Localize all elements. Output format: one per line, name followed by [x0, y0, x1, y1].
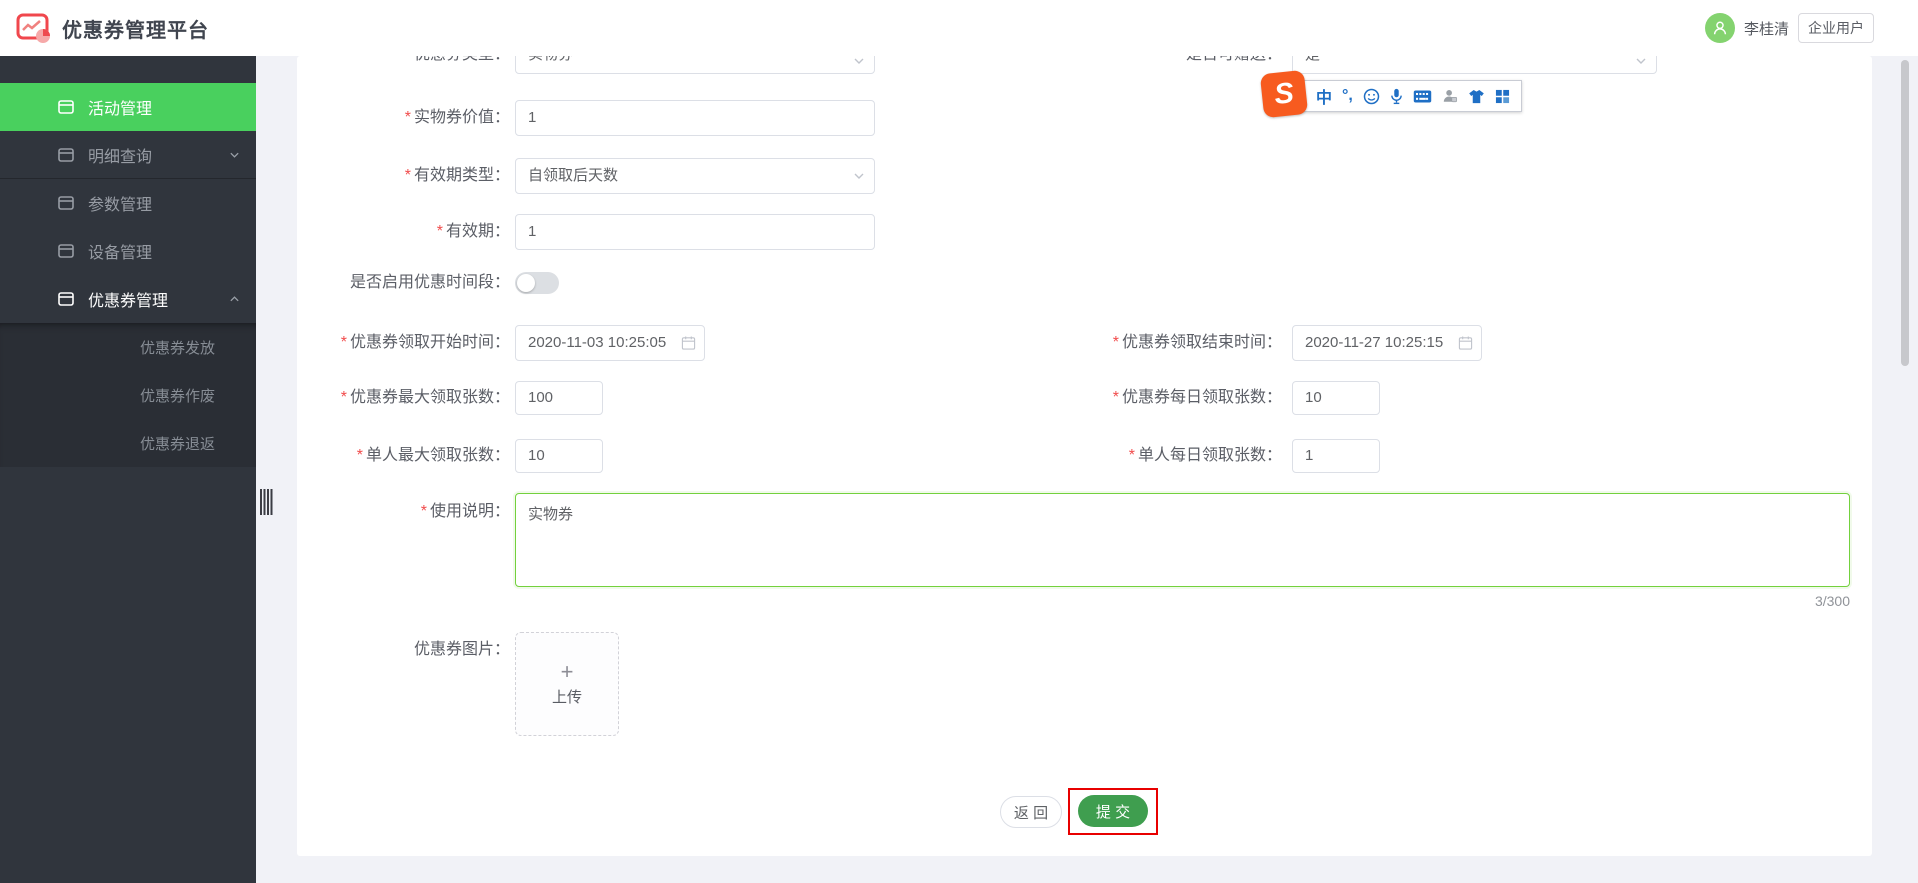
giftable-label: *是否可赠送：: [982, 56, 1282, 74]
shirt-icon[interactable]: [1468, 89, 1485, 104]
menu-grid-icon: [58, 244, 74, 258]
menu-grid-icon: [58, 147, 74, 162]
max-daily-input[interactable]: 10: [1292, 381, 1380, 415]
sidebar-item-label: 明细查询: [88, 148, 153, 166]
validity-label: * 有效期：: [436, 223, 510, 240]
coupon-type-label: *优惠券类型：: [297, 56, 510, 74]
sidebar-item-detail-query[interactable]: 明细查询: [0, 131, 256, 179]
sidebar-subitem-label: 优惠券退返: [140, 435, 216, 453]
per-user-max-input[interactable]: 10: [515, 439, 603, 473]
chevron-down-icon: [229, 149, 240, 160]
end-time-label: * 优惠券领取结束时间：: [1112, 334, 1282, 351]
end-time-datepicker[interactable]: 2020-11-27 10:25:15: [1292, 325, 1482, 361]
coupon-value-label: * 实物券价值：: [404, 109, 510, 126]
sidebar-nav: 活动管理 明细查询 参数管理 设备管理 优惠券管理 优惠券发放 优惠券作废 优惠…: [0, 56, 256, 467]
validity-input[interactable]: 1: [515, 214, 875, 250]
app-root: 优惠券管理平台 李桂清 企业用户 活动管理 明细查询 参数管理 设备管理 优惠券…: [0, 0, 1918, 883]
max-total-input[interactable]: 100: [515, 381, 603, 415]
sogou-logo-icon[interactable]: S: [1259, 69, 1309, 119]
per-user-daily-label: * 单人每日领取张数：: [1128, 447, 1282, 464]
punctuation-icon[interactable]: °,: [1342, 87, 1353, 105]
giftable-value: 是: [1305, 56, 1320, 63]
chevron-down-icon: [1635, 56, 1647, 67]
grid-icon[interactable]: [1495, 89, 1510, 104]
ime-toolbar-bar: 中 °,: [1302, 80, 1522, 112]
max-daily-label: * 优惠券每日领取张数：: [1112, 389, 1282, 406]
mic-icon[interactable]: [1390, 88, 1403, 105]
per-user-max-label: * 单人最大领取张数：: [356, 447, 510, 464]
plus-icon: +: [560, 658, 574, 684]
sidebar-subitem-coupon-issue[interactable]: 优惠券发放: [0, 323, 256, 371]
user-name: 李桂清: [1743, 20, 1789, 38]
toggle-knob: [517, 274, 535, 292]
back-button[interactable]: 返 回: [1000, 796, 1062, 828]
max-total-label: * 优惠券最大领取张数：: [340, 389, 510, 406]
validity-type-label: * 有效期类型：: [404, 167, 510, 184]
app-header: 优惠券管理平台 李桂清 企业用户: [0, 0, 1918, 56]
sidebar-subitem-label: 优惠券发放: [140, 339, 216, 357]
sidebar: 活动管理 明细查询 参数管理 设备管理 优惠券管理 优惠券发放 优惠券作废 优惠…: [0, 56, 256, 883]
chevron-down-icon: [853, 56, 865, 67]
keyboard-icon[interactable]: [1413, 90, 1432, 103]
sidebar-item-parameter-management[interactable]: 参数管理: [0, 179, 256, 227]
sidebar-subitem-coupon-return[interactable]: 优惠券退返: [0, 419, 256, 467]
validity-type-value: 自领取后天数: [528, 167, 619, 184]
main-content: *优惠券类型： 实物券 *是否可赠送： 是 *实物券价值： 1 *有效期类型： …: [256, 56, 1918, 883]
calendar-icon: [1458, 336, 1473, 351]
sidebar-item-activity-management[interactable]: 活动管理: [0, 83, 256, 131]
header-user-area: 李桂清 企业用户: [1704, 13, 1874, 43]
sidebar-item-device-management[interactable]: 设备管理: [0, 227, 256, 275]
scrollbar-thumb[interactable]: [1901, 60, 1909, 366]
coupon-form-card: *优惠券类型： 实物券 *是否可赠送： 是 *实物券价值： 1 *有效期类型： …: [297, 56, 1872, 856]
chinese-mode-icon[interactable]: 中: [1316, 84, 1332, 108]
coupon-management-submenu: 优惠券发放 优惠券作废 优惠券退返: [0, 323, 256, 467]
app-logo-icon: [16, 13, 50, 43]
sidebar-item-label: 参数管理: [88, 197, 153, 214]
emoji-icon[interactable]: [1363, 88, 1380, 105]
start-time-datepicker[interactable]: 2020-11-03 10:25:05: [515, 325, 705, 361]
sidebar-subitem-coupon-void[interactable]: 优惠券作废: [0, 371, 256, 419]
menu-grid-icon: [58, 100, 74, 114]
user-avatar[interactable]: [1704, 13, 1735, 43]
menu-grid-icon: [58, 196, 74, 210]
time-range-label: 是否启用优惠时间段：: [349, 274, 510, 291]
end-time-value: 2020-11-27 10:25:15: [1305, 334, 1444, 351]
per-user-daily-input[interactable]: 1: [1292, 439, 1380, 473]
page-title: 优惠券管理平台: [62, 19, 209, 42]
person-icon[interactable]: [1442, 88, 1458, 104]
coupon-image-upload[interactable]: + 上传: [515, 632, 619, 736]
ime-toolbar: S 中 °,: [1259, 69, 1522, 119]
upload-label: 上传: [551, 688, 582, 706]
menu-grid-icon: [58, 292, 74, 306]
calendar-icon: [681, 336, 696, 351]
coupon-value-input[interactable]: 1: [515, 100, 875, 136]
start-time-label: * 优惠券领取开始时间：: [340, 334, 510, 351]
user-type-badge[interactable]: 企业用户: [1798, 13, 1874, 43]
usage-note-label: * 使用说明：: [420, 503, 510, 520]
sidebar-item-label: 活动管理: [88, 101, 153, 118]
avatar-person-icon: [1713, 21, 1727, 35]
submit-button[interactable]: 提 交: [1078, 795, 1148, 827]
annotation-highlight: 提 交: [1068, 788, 1158, 835]
coupon-type-value: 实物券: [528, 56, 573, 63]
time-range-toggle[interactable]: [515, 272, 559, 294]
sidebar-subitem-label: 优惠券作废: [140, 387, 216, 405]
char-counter: 3/300: [1814, 593, 1850, 609]
chevron-up-icon: [229, 294, 240, 305]
usage-note-textarea[interactable]: 实物券: [515, 493, 1850, 587]
sidebar-item-coupon-management[interactable]: 优惠券管理: [0, 275, 256, 323]
sidebar-item-label: 优惠券管理: [88, 293, 169, 310]
validity-type-select[interactable]: 自领取后天数: [515, 158, 875, 194]
sidebar-resize-handle[interactable]: [260, 489, 274, 515]
start-time-value: 2020-11-03 10:25:05: [528, 334, 667, 351]
coupon-image-label: 优惠券图片：: [413, 641, 510, 658]
coupon-type-select[interactable]: 实物券: [515, 56, 875, 74]
chevron-down-icon: [853, 170, 865, 182]
sidebar-item-label: 设备管理: [88, 245, 153, 262]
